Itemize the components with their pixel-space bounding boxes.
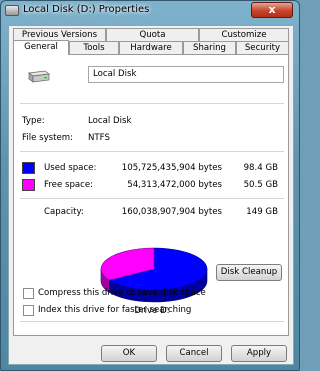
capacity-gb: 149 GB	[246, 207, 278, 217]
tab-tools[interactable]: Tools	[69, 41, 119, 54]
properties-window: Local Disk (D:) Properties x Previous Ve…	[0, 0, 300, 371]
tab-general[interactable]: General	[13, 40, 69, 55]
dialog-client: Previous Versions Quota Customize Genera…	[8, 25, 294, 365]
free-space-gb: 50.5 GB	[243, 180, 278, 190]
index-label: Index this drive for faster searching	[38, 305, 192, 315]
tab-hardware[interactable]: Hardware	[119, 41, 183, 54]
free-space-bytes: 54,313,472,000 bytes	[127, 180, 222, 190]
ok-button[interactable]: OK	[101, 345, 157, 362]
tab-sharing[interactable]: Sharing	[183, 41, 236, 54]
tab-customize[interactable]: Customize	[199, 28, 289, 41]
close-button[interactable]: x	[251, 2, 293, 18]
used-space-bytes: 105,725,435,904 bytes	[121, 163, 222, 173]
free-space-label: Free space:	[44, 180, 94, 190]
window-title: Local Disk (D:) Properties	[23, 4, 150, 15]
tab-security[interactable]: Security	[236, 41, 289, 54]
capacity-bytes: 160,038,907,904 bytes	[121, 207, 222, 217]
used-space-gb: 98.4 GB	[243, 163, 278, 173]
used-space-label: Used space:	[44, 163, 97, 173]
title-bar[interactable]: Local Disk (D:) Properties x	[1, 1, 299, 21]
hard-drive-icon	[28, 70, 50, 83]
type-value: Local Disk	[88, 116, 132, 126]
file-system-label: File system:	[22, 133, 74, 143]
used-space-swatch	[22, 162, 35, 174]
type-label: Type:	[22, 116, 45, 126]
capacity-label: Capacity:	[44, 207, 84, 217]
compress-label: Compress this drive to save disk space	[38, 288, 206, 298]
disk-cleanup-button[interactable]: Disk Cleanup	[216, 264, 282, 281]
file-system-value: NTFS	[88, 133, 110, 143]
index-checkbox[interactable]	[23, 305, 34, 316]
cancel-button[interactable]: Cancel	[166, 345, 222, 362]
separator	[20, 198, 284, 199]
drive-name-input[interactable]: Local Disk	[88, 66, 284, 83]
separator	[20, 151, 284, 152]
tab-quota[interactable]: Quota	[106, 28, 199, 41]
free-space-swatch	[22, 179, 35, 191]
apply-button[interactable]: Apply	[231, 345, 287, 362]
compress-checkbox[interactable]	[23, 288, 34, 299]
drive-icon	[5, 5, 19, 16]
separator	[20, 321, 284, 322]
pie-top	[100, 247, 208, 291]
separator	[20, 103, 284, 104]
